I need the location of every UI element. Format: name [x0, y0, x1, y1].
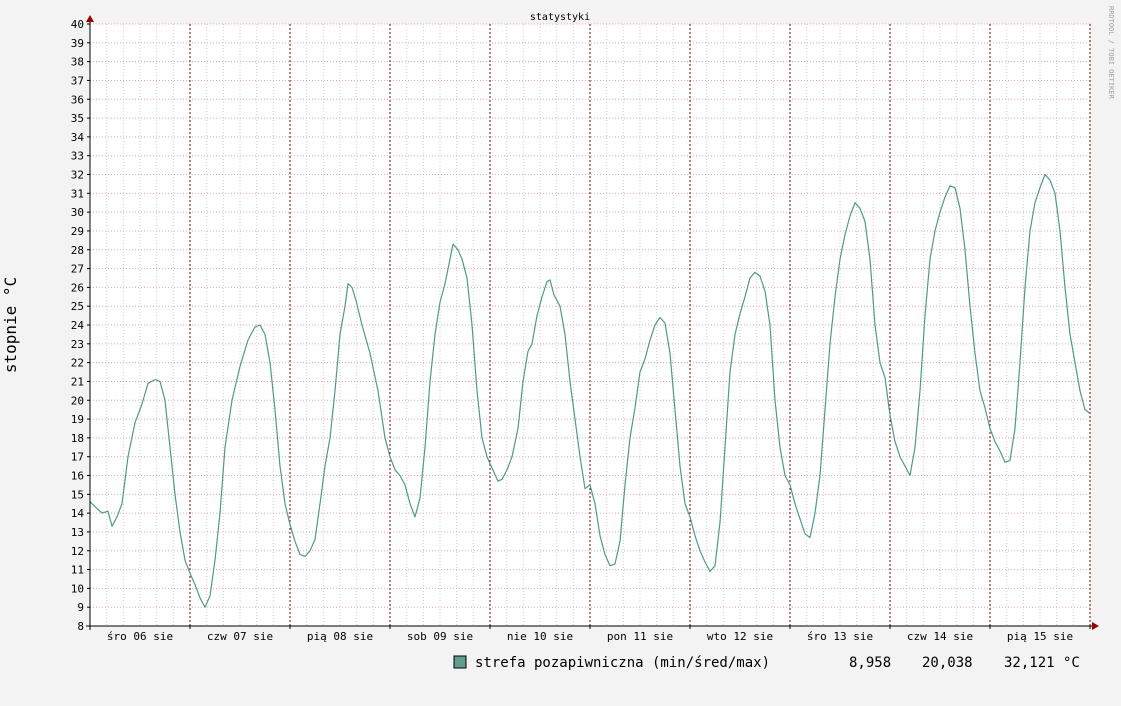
y-tick-label: 18	[71, 432, 84, 445]
chart: 8 9 10 11 12 13 14 15 16 17 18 19 20 21 22 23 24 25 26 27 28…	[1, 6, 1115, 671]
y-tick-label: 20	[71, 394, 84, 407]
x-tick-label: śro 06 sie	[107, 630, 173, 643]
y-tick-label: 15	[71, 488, 84, 501]
y-tick-label: 31	[71, 187, 84, 200]
x-ticks: śro 06 sie czw 07 sie pią 08 sie sob 09 sie…	[107, 626, 1091, 643]
y-tick-label: 36	[71, 93, 84, 106]
x-tick-label: pią 08 sie	[307, 630, 373, 643]
legend-avg: 20,038	[922, 655, 973, 671]
x-tick-label: pią 15 sie	[1007, 630, 1073, 643]
y-tick-label: 10	[71, 582, 84, 595]
legend-min: 8,958	[849, 655, 891, 671]
x-tick-label: czw 14 sie	[907, 630, 973, 643]
x-tick-label: nie 10 sie	[507, 630, 573, 643]
y-tick-label: 30	[71, 206, 84, 219]
y-tick-label: 13	[71, 526, 84, 539]
legend-label: strefa pozapiwniczna (min/śred/max)	[475, 655, 770, 671]
y-tick-label: 35	[71, 112, 84, 125]
y-tick-label: 24	[71, 319, 85, 332]
y-tick-label: 16	[71, 470, 84, 483]
y-tick-label: 25	[71, 300, 84, 313]
y-tick-label: 34	[71, 131, 85, 144]
y-ticks: 8 9 10 11 12 13 14 15 16 17 18 19 20 21 22 23 24 25 26 27 28…	[71, 18, 90, 633]
y-tick-label: 12	[71, 545, 84, 558]
x-tick-label: sob 09 sie	[407, 630, 473, 643]
x-tick-label: czw 07 sie	[207, 630, 273, 643]
y-tick-label: 29	[71, 225, 84, 238]
y-tick-label: 8	[77, 620, 84, 633]
y-tick-label: 27	[71, 263, 84, 276]
y-tick-label: 33	[71, 150, 84, 163]
y-tick-label: 19	[71, 413, 84, 426]
y-tick-label: 26	[71, 281, 84, 294]
chart-title: statystyki	[530, 12, 590, 23]
y-tick-label: 40	[71, 18, 84, 31]
y-axis-label: stopnie °C	[1, 277, 20, 373]
y-tick-label: 17	[71, 451, 84, 464]
x-tick-label: śro 13 sie	[807, 630, 873, 643]
y-tick-label: 32	[71, 169, 84, 182]
y-tick-label: 9	[77, 601, 84, 614]
y-axis-arrow	[86, 15, 94, 22]
legend-swatch	[453, 655, 467, 669]
y-tick-label: 39	[71, 37, 84, 50]
y-tick-label: 37	[71, 74, 84, 87]
y-tick-label: 11	[71, 564, 84, 577]
y-tick-label: 23	[71, 338, 84, 351]
x-tick-label: wto 12 sie	[707, 630, 773, 643]
x-axis-arrow	[1092, 622, 1099, 630]
y-tick-label: 38	[71, 56, 84, 69]
x-tick-label: pon 11 sie	[607, 630, 673, 643]
y-tick-label: 22	[71, 357, 84, 370]
legend-max: 32,121 °C	[1004, 655, 1080, 671]
y-tick-label: 21	[71, 375, 84, 388]
y-tick-label: 28	[71, 244, 84, 257]
watermark: RRDTOOL / TOBI OETIKER	[1107, 6, 1115, 100]
y-tick-label: 14	[71, 507, 85, 520]
